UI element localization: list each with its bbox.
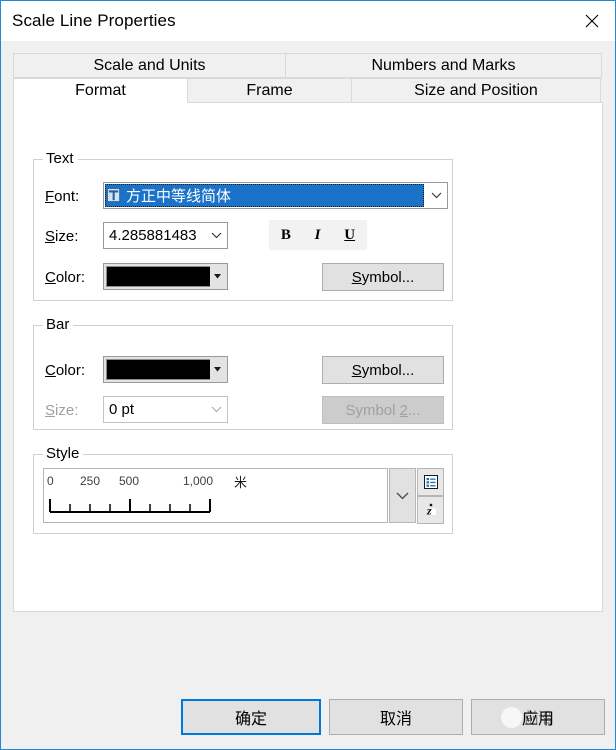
bar-color-picker[interactable]	[103, 356, 228, 383]
text-color-dropdown-arrow[interactable]	[210, 266, 225, 287]
tab-frame[interactable]: Frame	[187, 78, 352, 103]
bar-size-combo-box: 0 pt	[103, 396, 228, 423]
dialog-body: Scale and Units Numbers and Marks Format…	[1, 41, 615, 749]
bar-symbol2-mnemonic: 2	[399, 401, 408, 419]
text-symbol-rest: ymbol...	[361, 268, 415, 286]
title-bar: Scale Line Properties	[1, 1, 615, 41]
style-list-button[interactable]	[417, 468, 444, 496]
scale-line-properties-dialog: Scale Line Properties Scale and Units Nu…	[0, 0, 616, 750]
bar-group: Bar Color: Symbol... Size: 0 pt Symbol 2…	[33, 316, 453, 430]
italic-symbol-icon: z	[426, 504, 436, 518]
chevron-down-icon	[396, 492, 409, 499]
bar-color-dropdown-arrow[interactable]	[210, 359, 225, 380]
font-combo-box[interactable]: 方正中等线简体	[103, 182, 448, 209]
scale-label-1000: 1,000	[183, 474, 214, 488]
tab-strip: Scale and Units Numbers and Marks Format…	[13, 53, 603, 103]
bar-size-value: 0 pt	[109, 401, 135, 418]
bar-size-combo-arrow	[205, 406, 227, 413]
cancel-button[interactable]: 取消	[329, 699, 463, 735]
bar-group-title: Bar	[43, 316, 74, 334]
scale-label-0: 0	[47, 474, 54, 488]
style-group-title: Style	[43, 445, 84, 463]
format-tab-page: Text Font: 方正中等线简体 Size: 4.285881483 B I…	[13, 102, 603, 612]
close-button[interactable]	[569, 1, 615, 40]
list-properties-icon	[423, 475, 438, 489]
scale-label-500: 500	[119, 474, 140, 488]
text-group: Text Font: 方正中等线简体 Size: 4.285881483 B I…	[33, 150, 453, 301]
bar-size-label-mnemonic: S	[45, 402, 56, 419]
bar-symbol2-button: Symbol 2...	[322, 396, 444, 424]
bar-color-label-rest: olor:	[55, 362, 86, 379]
font-label-mnemonic: F	[45, 188, 55, 205]
size-label-rest: ize:	[55, 228, 79, 245]
tab-numbers-and-marks[interactable]: Numbers and Marks	[285, 53, 602, 78]
apply-button-label: 应用	[521, 711, 554, 728]
style-italic-symbol-button[interactable]: z	[417, 496, 444, 524]
watermark-logo-icon	[501, 707, 522, 728]
italic-button[interactable]: I	[315, 227, 321, 244]
scale-label-250: 250	[80, 474, 101, 488]
tab-row-lower: Format Frame Size and Position	[13, 78, 603, 103]
bold-button[interactable]: B	[281, 227, 291, 244]
size-label: Size:	[45, 228, 78, 245]
text-symbol-mnemonic: S	[351, 268, 362, 286]
bar-size-label-rest: ize:	[55, 402, 79, 419]
bar-color-label: Color:	[45, 362, 85, 379]
style-dropdown-button[interactable]	[389, 468, 416, 523]
apply-button[interactable]: 应用 前沿	[471, 699, 605, 735]
chevron-down-icon	[431, 192, 441, 199]
font-combo-arrow[interactable]	[425, 192, 447, 199]
font-size-value: 4.285881483	[109, 227, 197, 244]
text-color-picker[interactable]	[103, 263, 228, 290]
font-size-combo-box[interactable]: 4.285881483	[103, 222, 228, 249]
chevron-down-icon	[211, 232, 221, 239]
tab-format[interactable]: Format	[13, 78, 188, 103]
style-group: Style 0 250 500 1,000 米 z	[33, 445, 453, 534]
bar-color-label-mnemonic: C	[45, 362, 56, 379]
tab-row-upper: Scale and Units Numbers and Marks	[13, 53, 603, 78]
tab-size-and-position[interactable]: Size and Position	[351, 78, 601, 103]
text-color-swatch[interactable]	[106, 266, 210, 287]
scale-bar-graphic	[49, 499, 211, 513]
scale-bar-labels: 0 250 500 1,000 米	[44, 474, 387, 491]
text-color-label: Color:	[45, 269, 85, 286]
tab-scale-and-units[interactable]: Scale and Units	[13, 53, 286, 78]
bar-size-label: Size:	[45, 402, 78, 419]
scale-bar-preview[interactable]: 0 250 500 1,000 米	[43, 468, 388, 523]
caret-down-icon	[214, 274, 221, 279]
text-color-label-rest: olor:	[55, 269, 86, 286]
bar-symbol2-rest: ...	[408, 401, 421, 419]
font-label: Font:	[45, 188, 79, 205]
truetype-font-icon	[107, 188, 121, 203]
chevron-down-icon	[211, 406, 221, 413]
bar-symbol2-prefix: Symbol	[345, 401, 400, 419]
font-style-toolbar: B I U	[269, 220, 367, 250]
underline-button[interactable]: U	[344, 227, 355, 244]
bar-symbol-rest: ymbol...	[361, 361, 415, 379]
bar-symbol-mnemonic: S	[351, 361, 362, 379]
dialog-footer: 确定 取消 应用 前沿	[1, 685, 615, 749]
close-icon	[585, 14, 599, 27]
font-value: 方正中等线简体	[126, 188, 232, 205]
text-color-label-mnemonic: C	[45, 269, 56, 286]
page-title: Scale Line Properties	[12, 11, 176, 30]
font-size-combo-arrow[interactable]	[205, 232, 227, 239]
bar-symbol-button[interactable]: Symbol...	[322, 356, 444, 384]
caret-down-icon	[214, 367, 221, 372]
scale-unit-label: 米	[234, 475, 248, 490]
text-group-title: Text	[43, 150, 78, 168]
font-label-rest: ont:	[54, 188, 80, 205]
bar-color-swatch[interactable]	[106, 359, 210, 380]
text-symbol-button[interactable]: Symbol...	[322, 263, 444, 291]
font-selected-value: 方正中等线简体	[105, 184, 424, 207]
ok-button[interactable]: 确定	[181, 699, 321, 735]
size-label-mnemonic: S	[45, 228, 56, 245]
